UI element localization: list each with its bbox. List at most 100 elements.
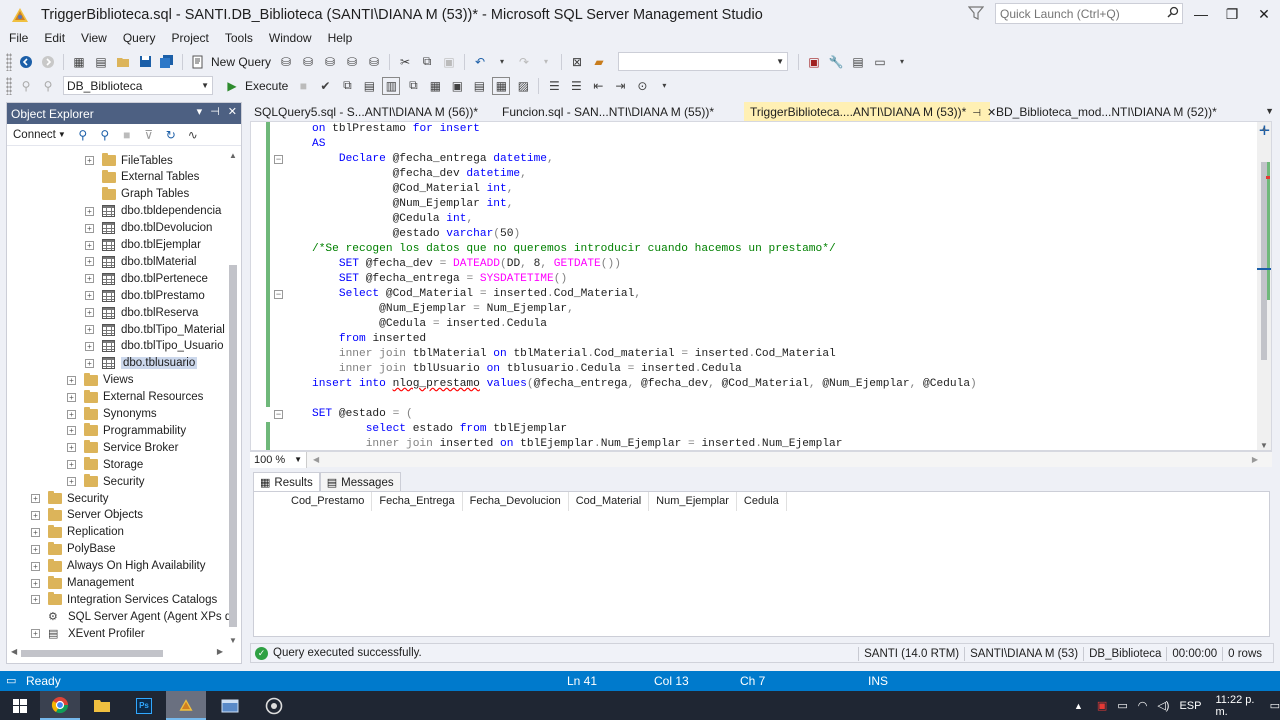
code-line[interactable]: from inserted [312,332,426,347]
expand-icon[interactable]: + [67,426,76,436]
tree-node[interactable]: + dbo.tblMaterial [85,253,196,270]
increase-indent-icon[interactable]: ⇥ [611,77,629,95]
menu-edit[interactable]: Edit [35,30,72,48]
tree-node[interactable]: + PolyBase [31,541,116,558]
menu-view[interactable]: View [72,30,114,48]
intellisense-icon[interactable]: ▥ [382,76,401,95]
activity-monitor-oe-icon[interactable]: ∿ [184,126,202,144]
expand-icon[interactable]: + [31,629,40,639]
scroll-right-icon[interactable]: ▶ [1252,455,1258,464]
execute-button[interactable]: Execute [245,79,288,93]
expand-icon[interactable]: + [31,561,40,571]
cancel-query-icon[interactable]: ■ [294,77,312,95]
tree-node[interactable]: +Graph Tables [85,186,189,203]
taskbar-file-explorer-icon[interactable] [82,691,122,720]
expand-icon[interactable]: + [31,494,40,503]
collapse-region-icon[interactable]: − [274,290,283,299]
toolbar-grip[interactable] [6,76,12,95]
specify-values-icon[interactable]: ⊙ [633,77,651,95]
tree-node[interactable]: + ▤ XEvent Profiler [31,625,145,642]
notifications-icon[interactable]: ▭ [1270,699,1280,712]
display-estimated-plan-icon[interactable]: ⧉ [338,77,356,95]
expand-icon[interactable]: + [31,510,40,520]
comment-out-icon[interactable]: ☰ [545,77,563,95]
tree-node[interactable]: + FileTables [85,152,173,169]
results-column-header[interactable]: Cod_Material [569,492,650,511]
undo-dropdown-icon[interactable]: ▾ [493,53,511,71]
expand-icon[interactable]: + [67,477,76,487]
tree-node[interactable]: + Replication [31,524,124,541]
code-line[interactable]: @Cedula int, [312,212,474,227]
results-to-text-icon[interactable]: ▤ [470,77,488,95]
code-line[interactable]: Declare @fecha_entrega datetime, [312,152,554,167]
results-to-grid-icon[interactable]: ▦ [492,76,511,95]
execute-icon[interactable]: ▶ [223,77,241,95]
code-line[interactable]: /*Se recogen los datos que no queremos i… [312,242,836,257]
expand-icon[interactable]: + [31,544,40,554]
panel-menu-icon[interactable]: ▾ [197,105,203,118]
code-line[interactable]: inner join tblMaterial on tblMaterial.Co… [312,347,836,362]
forward-icon[interactable] [39,53,57,71]
disconnect-icon[interactable]: ⚲ [39,77,57,95]
filter-icon[interactable]: ⊽ [140,126,158,144]
scroll-left-icon[interactable]: ◀ [313,455,319,464]
code-line[interactable]: SET @fecha_dev = DATEADD(DD, 8, GETDATE(… [312,257,621,272]
expand-icon[interactable]: + [31,595,40,605]
code-line[interactable]: inner join tblUsuario on tblusuario.Cedu… [312,362,742,377]
code-line[interactable]: @estado varchar(50) [312,227,521,242]
tree-node[interactable]: + dbo.tblPrestamo [85,287,205,304]
expand-icon[interactable]: + [85,257,94,267]
clock[interactable]: 11:22 p. m. [1215,694,1255,718]
tree-node[interactable]: + dbo.tblusuario [85,355,198,372]
refresh-icon[interactable]: ↻ [162,126,180,144]
undo-icon[interactable]: ↶ [471,53,489,71]
connect-oe-icon[interactable]: ⚲ [74,126,92,144]
code-line[interactable]: @Num_Ejemplar int, [312,197,514,212]
toolbar-grip[interactable] [6,52,12,71]
tree-node[interactable]: + dbo.tblDevolucion [85,220,212,237]
back-icon[interactable] [17,53,35,71]
code-line[interactable]: SET @fecha_entrega = SYSDATETIME() [312,272,567,287]
cut-icon[interactable]: ✂ [396,53,414,71]
stop-icon[interactable]: ■ [118,126,136,144]
quick-launch[interactable] [995,3,1183,24]
code-line[interactable]: inner join inserted on tblEjemplar.Num_E… [312,437,843,450]
object-explorer-hscrollbar[interactable]: ◀ ▶ [11,647,223,659]
results-column-header[interactable]: Num_Ejemplar [649,492,737,511]
zoom-combo[interactable]: 100 % ▼ [250,451,307,468]
copy-icon[interactable]: ⧉ [418,53,436,71]
expand-icon[interactable]: + [85,291,94,301]
results-to-file-icon[interactable]: ▨ [514,77,532,95]
database-engine-query-icon[interactable]: ⛁ [277,53,295,71]
tab-funcion[interactable]: Funcion.sql - SAN...NTI\DIANA M (55))* [496,102,744,122]
add-item-icon[interactable]: ▤ [92,53,110,71]
code-line[interactable]: @fecha_dev datetime, [312,167,527,182]
expand-icon[interactable]: + [67,443,76,453]
tree-node[interactable]: + Management [31,575,134,592]
code-line[interactable]: @Cod_Material int, [312,182,514,197]
code-line[interactable]: AS [312,137,325,152]
expand-icon[interactable]: + [67,375,76,385]
tab-bd-biblioteca-mod[interactable]: BD_Biblioteca_mod...NTI\DIANA M (52))* [990,102,1260,122]
results-column-header[interactable]: Fecha_Devolucion [463,492,569,511]
tree-node[interactable]: +⚙SQL Server Agent (Agent XPs dis [31,608,229,625]
close-window-button[interactable]: ✕ [1249,3,1279,25]
expand-icon[interactable]: + [67,392,76,402]
editor-vscrollbar[interactable]: ▲ ▼ [1257,122,1271,450]
tree-node[interactable]: + Always On High Availability [31,558,206,575]
split-editor-icon[interactable]: ✛ [1259,123,1270,139]
registered-servers-icon[interactable]: ▣ [805,53,823,71]
expand-icon[interactable]: + [85,206,94,216]
expand-icon[interactable]: + [85,156,94,165]
pin-icon[interactable]: ⊣ [210,105,220,118]
code-line[interactable]: SET @estado = ( [312,407,413,422]
menu-window[interactable]: Window [260,30,319,48]
redo-icon[interactable]: ↷ [515,53,533,71]
new-query-icon[interactable] [189,53,207,71]
code-line[interactable]: insert into nlog_prestamo values(@fecha_… [312,377,977,392]
connect-button[interactable]: Connect [13,129,56,141]
sql-editor[interactable]: on tblPrestamo for insert AS Declare @fec… [250,121,1272,451]
output-window-icon[interactable]: ▭ [871,53,889,71]
disconnect-oe-icon[interactable]: ⚲ [96,126,114,144]
menu-project[interactable]: Project [163,30,216,48]
